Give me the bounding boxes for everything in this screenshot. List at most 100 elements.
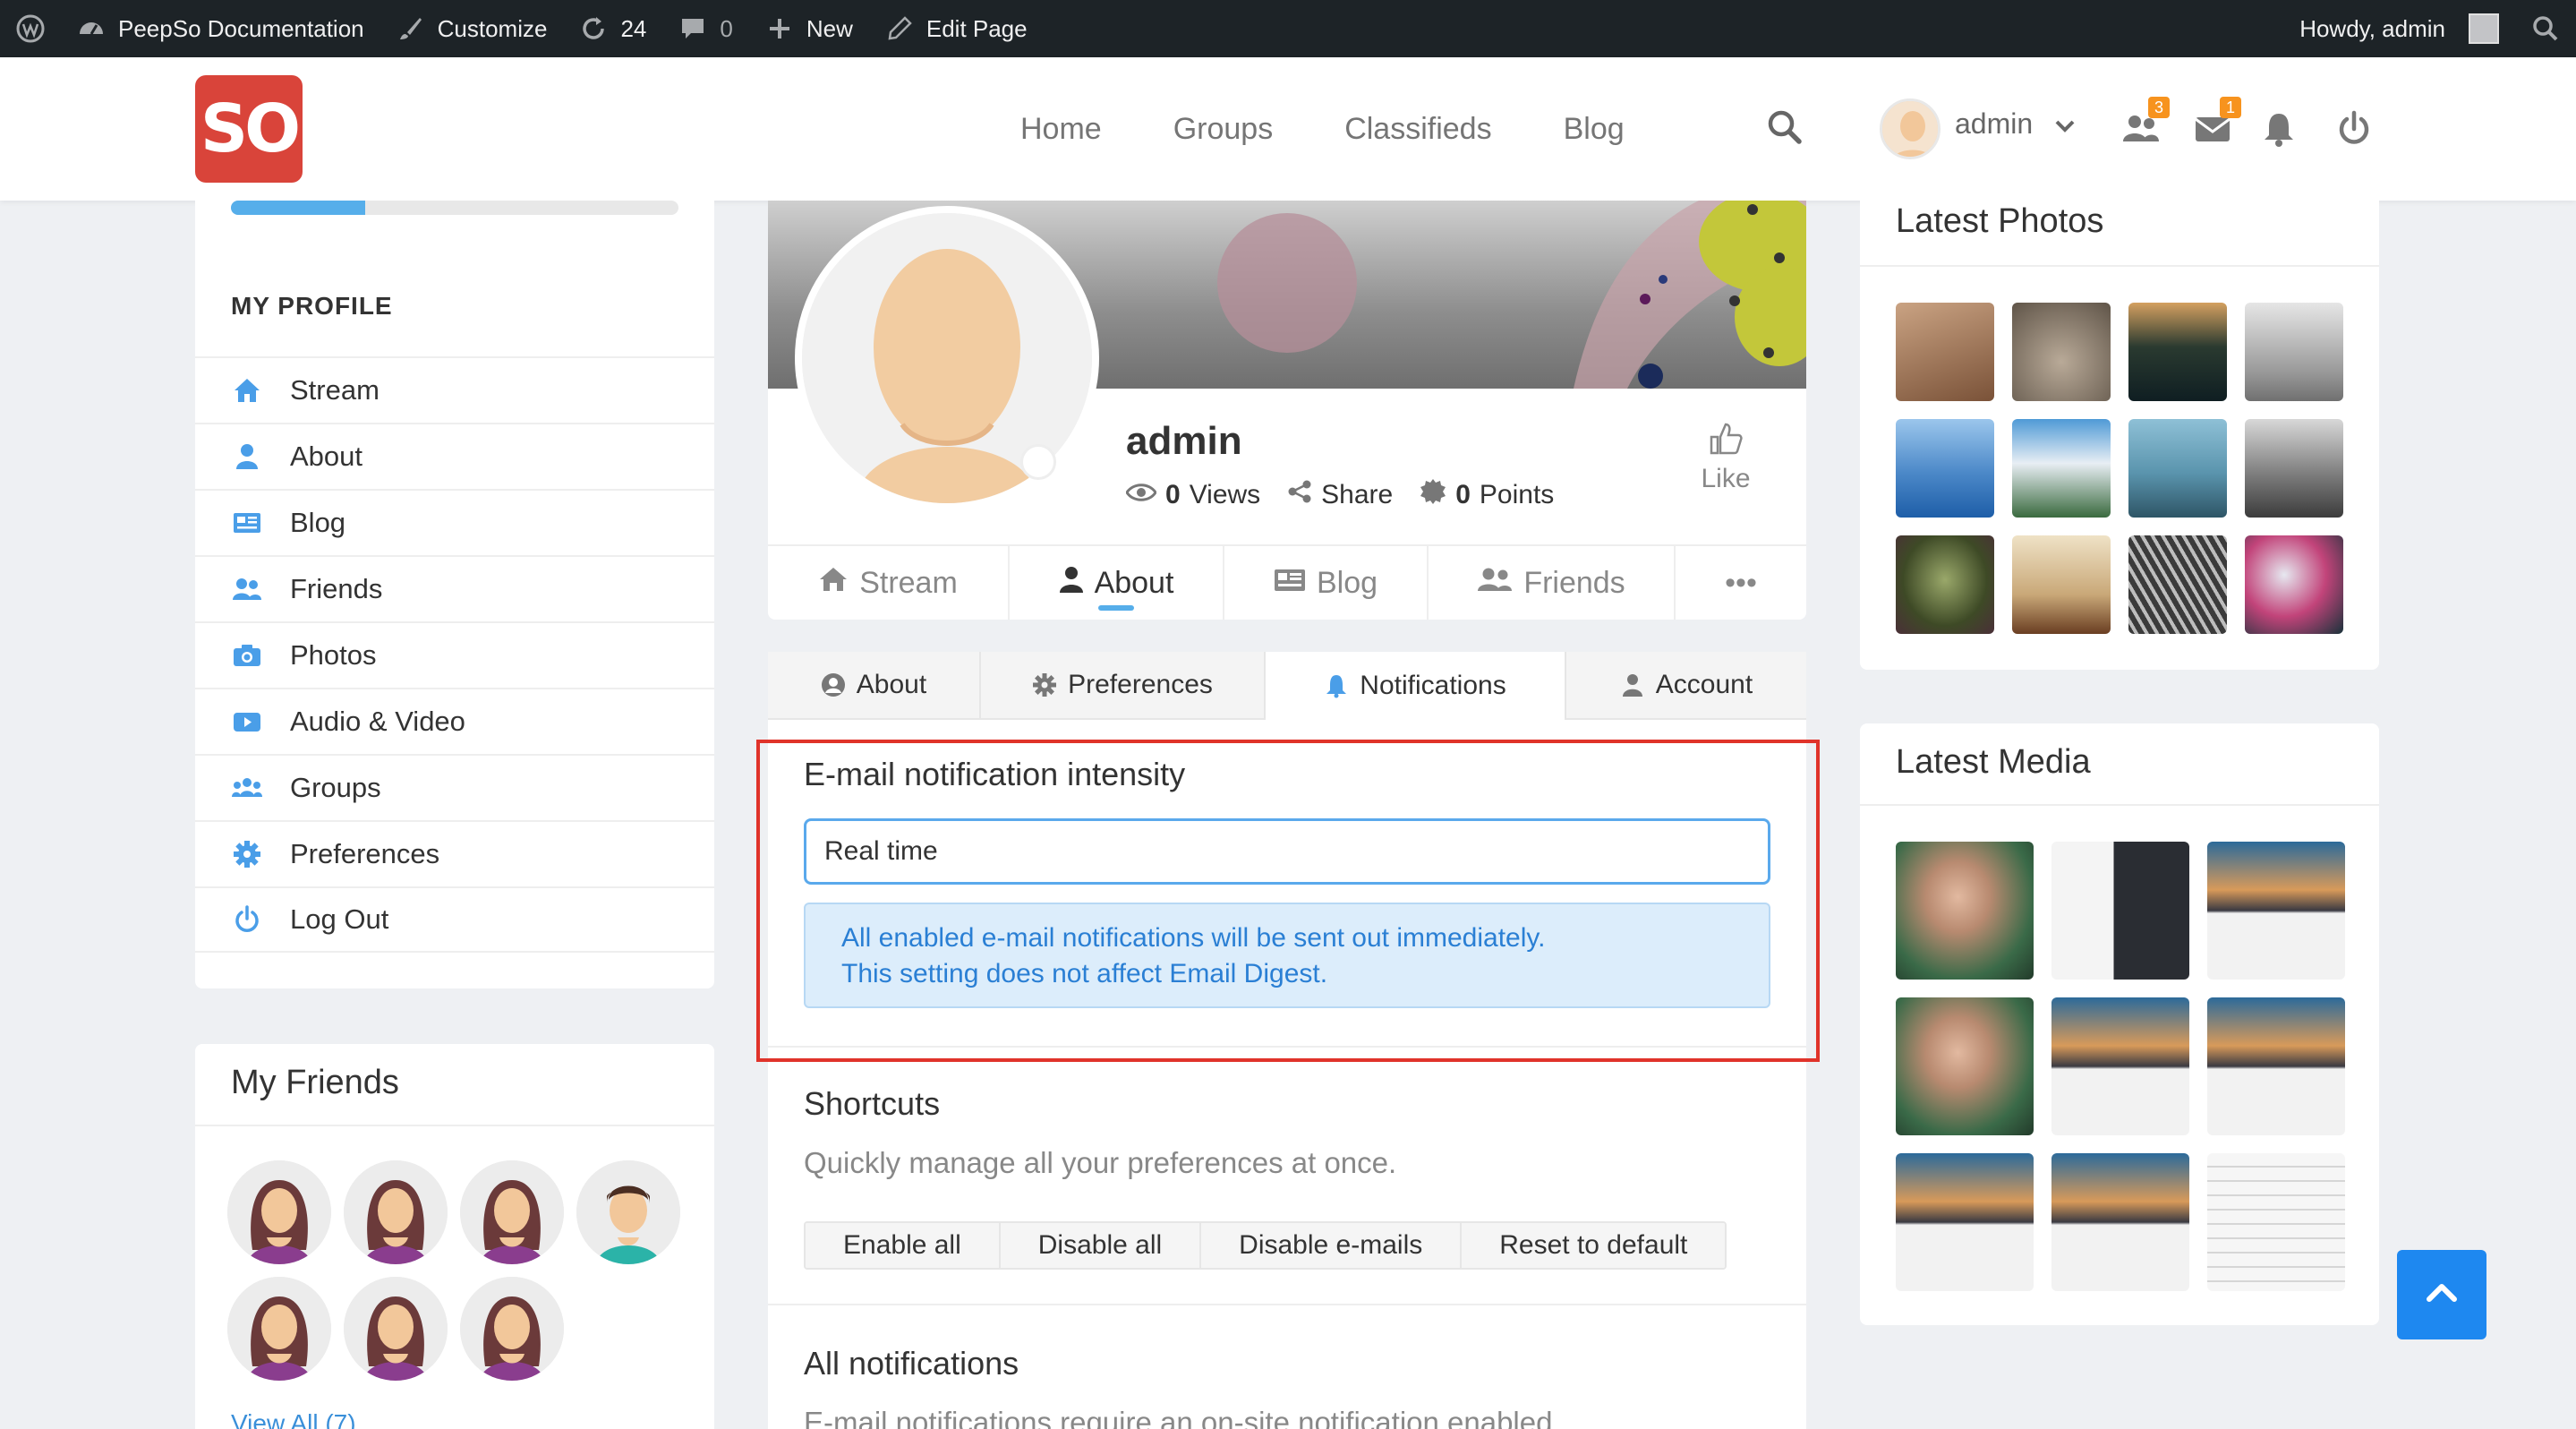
- friend-avatar[interactable]: [576, 1160, 680, 1264]
- views-count: 0: [1165, 480, 1181, 509]
- friend-avatar[interactable]: [227, 1277, 331, 1381]
- tab-stream[interactable]: Stream: [768, 546, 1010, 620]
- user-avatar[interactable]: [1880, 98, 1941, 159]
- latest-media-widget: Latest Media: [1860, 723, 2379, 1325]
- photo-thumbnail[interactable]: [2128, 303, 2227, 401]
- enable-all-button[interactable]: Enable all: [806, 1223, 1001, 1268]
- sidebar-item-about[interactable]: About: [195, 423, 714, 489]
- site-logo[interactable]: SO: [195, 75, 303, 183]
- bell-icon[interactable]: [2259, 109, 2299, 149]
- media-thumbnail[interactable]: [2207, 842, 2345, 980]
- edit-page-link[interactable]: Edit Page: [869, 0, 1044, 57]
- reset-default-button[interactable]: Reset to default: [1462, 1223, 1726, 1268]
- site-header: SO Home Groups Classifieds Blog admin 3 …: [0, 57, 2576, 201]
- like-label: Like: [1701, 464, 1751, 493]
- edit-page-label: Edit Page: [925, 14, 1028, 42]
- photo-thumbnail[interactable]: [1896, 535, 1994, 634]
- sidebar-item-photos[interactable]: Photos: [195, 621, 714, 688]
- power-icon[interactable]: [2334, 109, 2374, 149]
- sidebar-item-stream[interactable]: Stream: [195, 356, 714, 423]
- media-thumbnail[interactable]: [1896, 842, 2034, 980]
- media-thumbnail[interactable]: [2051, 842, 2189, 980]
- media-thumbnail[interactable]: [2051, 997, 2189, 1135]
- highlight-box: [756, 740, 1820, 1062]
- photo-thumbnail[interactable]: [1896, 419, 1994, 518]
- sidebar-item-audio-video[interactable]: Audio & Video: [195, 688, 714, 754]
- search-icon[interactable]: [1765, 107, 1804, 147]
- wordpress-icon: [16, 14, 45, 43]
- newspaper-icon: [1274, 566, 1306, 601]
- wp-logo-menu[interactable]: [0, 0, 61, 57]
- latest-photos-widget: Latest Photos: [1860, 201, 2379, 670]
- customize-link[interactable]: Customize: [380, 0, 564, 57]
- subtab-about[interactable]: About: [768, 652, 981, 720]
- new-content-link[interactable]: New: [749, 0, 869, 57]
- photo-thumbnail[interactable]: [2128, 535, 2227, 634]
- photo-thumbnail[interactable]: [2012, 535, 2111, 634]
- disable-emails-button[interactable]: Disable e-mails: [1201, 1223, 1463, 1268]
- media-thumbnail[interactable]: [2207, 1153, 2345, 1291]
- photo-thumbnail[interactable]: [2245, 419, 2343, 518]
- share-icon: [1287, 479, 1312, 511]
- photo-thumbnail[interactable]: [2245, 303, 2343, 401]
- nav-classifieds[interactable]: Classifieds: [1344, 112, 1491, 147]
- tab-friends[interactable]: Friends: [1429, 546, 1676, 620]
- sidebar-item-blog[interactable]: Blog: [195, 489, 714, 555]
- like-button[interactable]: Like: [1690, 421, 1761, 494]
- sidebar-item-logout[interactable]: Log Out: [195, 886, 714, 953]
- comments-count: 0: [720, 14, 733, 42]
- nav-home[interactable]: Home: [1020, 112, 1102, 147]
- friend-avatar[interactable]: [344, 1277, 448, 1381]
- friend-avatar[interactable]: [460, 1160, 564, 1264]
- tab-about[interactable]: About: [1010, 546, 1224, 620]
- header-username[interactable]: admin: [1955, 107, 2033, 141]
- site-name-link[interactable]: PeepSo Documentation: [61, 0, 380, 57]
- subtab-account[interactable]: Account: [1566, 652, 1806, 720]
- more-dots: •••: [1725, 565, 1757, 600]
- nav-blog[interactable]: Blog: [1564, 112, 1625, 147]
- newspaper-icon: [231, 507, 263, 539]
- my-account-menu[interactable]: Howdy, admin: [2283, 0, 2515, 57]
- media-thumbnail[interactable]: [2207, 997, 2345, 1135]
- sidebar-item-friends[interactable]: Friends: [195, 555, 714, 621]
- photo-thumbnail[interactable]: [1896, 303, 1994, 401]
- comments-link[interactable]: 0: [662, 0, 748, 57]
- share-label: Share: [1321, 480, 1394, 509]
- new-label: New: [806, 14, 853, 42]
- gear-icon: [231, 838, 263, 870]
- sidebar-item-preferences[interactable]: Preferences: [195, 820, 714, 886]
- friends-notification-icon[interactable]: 3: [2121, 97, 2170, 149]
- media-thumbnail[interactable]: [1896, 997, 2034, 1135]
- friend-avatar[interactable]: [227, 1160, 331, 1264]
- chevron-down-icon[interactable]: [2051, 113, 2078, 140]
- adminbar-search[interactable]: [2515, 0, 2576, 57]
- photo-thumbnail[interactable]: [2012, 419, 2111, 518]
- photo-thumbnail[interactable]: [2128, 419, 2227, 518]
- sidebar-item-label: Audio & Video: [290, 706, 465, 737]
- photo-thumbnail[interactable]: [2245, 535, 2343, 634]
- sidebar-item-label: About: [290, 441, 363, 472]
- disable-all-button[interactable]: Disable all: [1000, 1223, 1202, 1268]
- photo-thumbnail[interactable]: [2012, 303, 2111, 401]
- plus-icon: [765, 14, 794, 43]
- scroll-to-top-button[interactable]: [2397, 1250, 2486, 1339]
- user-icon: [1059, 565, 1084, 602]
- shortcut-buttons: Enable all Disable all Disable e-mails R…: [804, 1221, 1727, 1270]
- nav-groups[interactable]: Groups: [1173, 112, 1274, 147]
- subtab-preferences[interactable]: Preferences: [981, 652, 1266, 720]
- friend-avatar[interactable]: [460, 1277, 564, 1381]
- view-all-friends-link[interactable]: View All (7): [231, 1409, 356, 1429]
- subtab-notifications[interactable]: Notifications: [1266, 652, 1566, 720]
- tab-blog[interactable]: Blog: [1224, 546, 1429, 620]
- tab-more[interactable]: •••: [1676, 546, 1806, 620]
- settings-tabs: About Preferences Notifications Account: [768, 652, 1806, 720]
- media-thumbnail[interactable]: [1896, 1153, 2034, 1291]
- share-button[interactable]: Share: [1287, 478, 1393, 512]
- sidebar-item-groups[interactable]: Groups: [195, 754, 714, 820]
- sidebar-item-label: Photos: [290, 639, 377, 671]
- updates-link[interactable]: 24: [563, 0, 662, 57]
- friend-avatar[interactable]: [344, 1160, 448, 1264]
- media-thumbnail[interactable]: [2051, 1153, 2189, 1291]
- shortcuts-description: Quickly manage all your preferences at o…: [804, 1146, 1397, 1179]
- messages-icon[interactable]: 1: [2193, 97, 2241, 149]
